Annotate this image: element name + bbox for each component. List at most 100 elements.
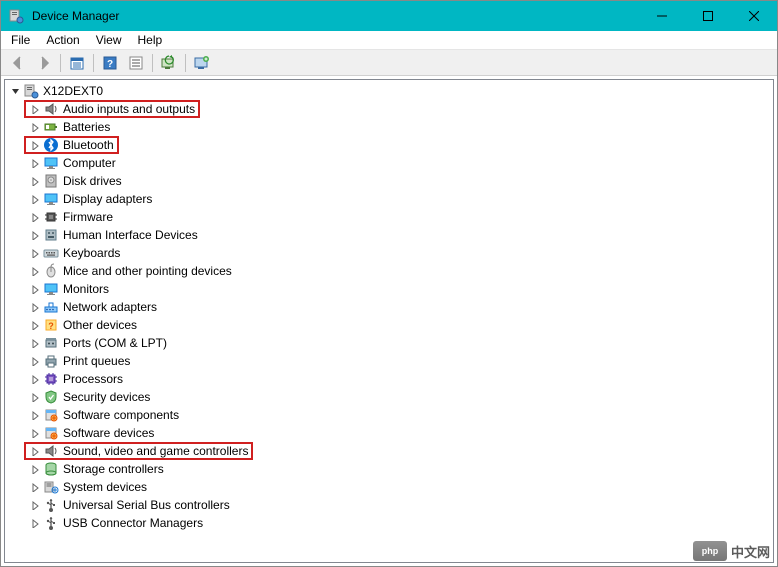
show-hide-tree-button[interactable] [65,52,89,74]
tree-category[interactable]: Software components [9,406,773,424]
expander-icon[interactable] [29,139,41,151]
category-label: Software components [63,408,179,422]
expander-icon[interactable] [29,319,41,331]
tree-root-node[interactable]: X12DEXT0 [9,82,773,100]
tree-category[interactable]: Network adapters [9,298,773,316]
tree-category[interactable]: Bluetooth [9,136,773,154]
expander-icon[interactable] [29,427,41,439]
security-icon [43,389,59,405]
category-label: Display adapters [63,192,152,206]
tree-category[interactable]: Universal Serial Bus controllers [9,496,773,514]
mouse-icon [43,263,59,279]
hid-icon [43,227,59,243]
expander-icon[interactable] [29,193,41,205]
expander-icon[interactable] [29,499,41,511]
usb-icon [43,497,59,513]
monitor-icon [43,191,59,207]
menu-file[interactable]: File [3,31,38,49]
tree-category[interactable]: Other devices [9,316,773,334]
expander-icon[interactable] [29,337,41,349]
expander-icon[interactable] [29,463,41,475]
expander-icon[interactable] [29,373,41,385]
tree-category[interactable]: Disk drives [9,172,773,190]
device-tree[interactable]: X12DEXT0 Audio inputs and outputsBatterie… [4,79,774,563]
tree-category[interactable]: Keyboards [9,244,773,262]
expander-icon[interactable] [29,175,41,187]
menu-action[interactable]: Action [38,31,87,49]
expander-icon[interactable] [29,121,41,133]
expander-icon[interactable] [29,103,41,115]
root-label: X12DEXT0 [43,84,103,98]
tree-category[interactable]: Mice and other pointing devices [9,262,773,280]
tree-category[interactable]: Processors [9,370,773,388]
close-button[interactable] [731,1,777,31]
category-label: Keyboards [63,246,120,260]
tree-category[interactable]: Computer [9,154,773,172]
properties-button[interactable] [124,52,148,74]
expander-icon[interactable] [29,445,41,457]
menu-help[interactable]: Help [130,31,171,49]
expander-icon[interactable] [29,517,41,529]
expander-icon[interactable] [29,355,41,367]
category-label: Human Interface Devices [63,228,198,242]
category-label: Other devices [63,318,137,332]
category-label: Network adapters [63,300,157,314]
expander-icon[interactable] [29,391,41,403]
menu-view[interactable]: View [88,31,130,49]
scan-hardware-button[interactable] [157,52,181,74]
expander-icon[interactable] [29,211,41,223]
tree-category[interactable]: Print queues [9,352,773,370]
expander-icon[interactable] [29,409,41,421]
category-label: Security devices [63,390,150,404]
monitor-icon [43,281,59,297]
software-icon [43,425,59,441]
tree-category[interactable]: Sound, video and game controllers [9,442,773,460]
watermark: php 中文网 [693,541,770,561]
watermark-logo: php [693,541,727,561]
category-label: Storage controllers [63,462,164,476]
tree-category[interactable]: Display adapters [9,190,773,208]
minimize-button[interactable] [639,1,685,31]
software-icon [43,407,59,423]
expander-icon[interactable] [29,481,41,493]
category-label: Universal Serial Bus controllers [63,498,230,512]
speaker-icon [43,101,59,117]
category-label: Monitors [63,282,109,296]
storage-icon [43,461,59,477]
tree-category[interactable]: Ports (COM & LPT) [9,334,773,352]
tree-category[interactable]: Batteries [9,118,773,136]
speaker-icon [43,443,59,459]
expander-icon[interactable] [29,265,41,277]
expander-icon[interactable] [29,283,41,295]
titlebar: Device Manager [1,1,777,31]
network-icon [43,299,59,315]
tree-category[interactable]: System devices [9,478,773,496]
expander-icon[interactable] [29,301,41,313]
tree-category[interactable]: Software devices [9,424,773,442]
maximize-button[interactable] [685,1,731,31]
expander-icon[interactable] [29,229,41,241]
category-label: Bluetooth [63,138,114,152]
toolbar [1,50,777,76]
category-label: Computer [63,156,116,170]
tree-category[interactable]: Storage controllers [9,460,773,478]
disk-icon [43,173,59,189]
tree-category[interactable]: Monitors [9,280,773,298]
expander-icon[interactable] [29,247,41,259]
toolbar-separator [152,54,153,72]
expander-icon[interactable] [29,157,41,169]
category-label: Disk drives [63,174,122,188]
tree-category[interactable]: Human Interface Devices [9,226,773,244]
bluetooth-icon [43,137,59,153]
expander-icon[interactable] [9,85,21,97]
tree-category[interactable]: USB Connector Managers [9,514,773,532]
usb-icon [43,515,59,531]
tree-category[interactable]: Firmware [9,208,773,226]
tree-category[interactable]: Audio inputs and outputs [9,100,773,118]
keyboard-icon [43,245,59,261]
add-legacy-hardware-button[interactable] [190,52,214,74]
tree-category[interactable]: Security devices [9,388,773,406]
toolbar-separator [60,54,61,72]
help-button[interactable] [98,52,122,74]
category-label: Ports (COM & LPT) [63,336,167,350]
